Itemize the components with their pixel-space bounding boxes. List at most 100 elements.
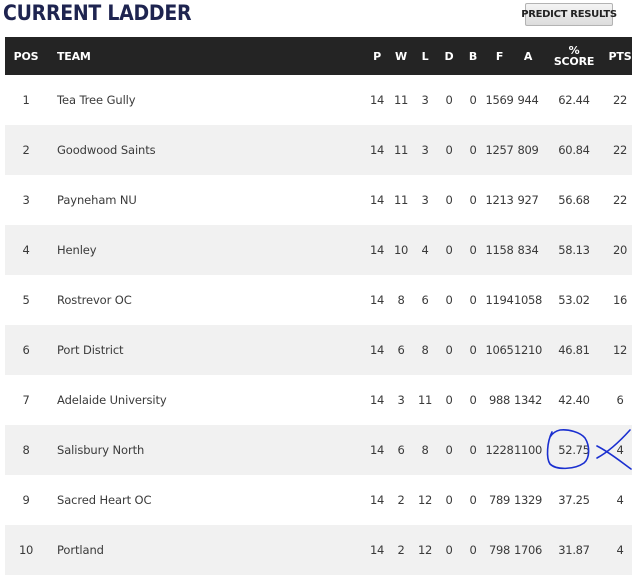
cell-wins: 11 (393, 143, 409, 157)
cell-wins: 2 (397, 493, 405, 507)
cell-losses: 3 (421, 143, 429, 157)
cell-pos: 4 (22, 243, 30, 257)
cell-wins: 3 (397, 393, 405, 407)
cell-for: 789 (488, 493, 511, 507)
cell-byes: 0 (469, 493, 477, 507)
cell-losses: 8 (421, 343, 429, 357)
cell-played: 14 (369, 193, 385, 207)
cell-for: 1257 (485, 143, 514, 157)
cell-points: 20 (612, 243, 628, 257)
col-header-wins: W (395, 49, 407, 63)
page-title: CURRENT LADDER (3, 1, 192, 25)
cell-against: 834 (517, 243, 539, 257)
cell-played: 14 (369, 493, 385, 507)
cell-played: 14 (369, 243, 385, 257)
table-row: 8 Salisbury North 14 6 8 0 0 1228 1100 5… (5, 425, 632, 475)
cell-percentage: 52.75 (558, 443, 590, 457)
cell-wins: 11 (393, 93, 409, 107)
cell-played: 14 (369, 93, 385, 107)
cell-for: 988 (488, 393, 511, 407)
table-row: 5 Rostrevor OC 14 8 6 0 0 1194 1058 53.0… (5, 275, 632, 325)
cell-draws: 0 (445, 243, 453, 257)
cell-draws: 0 (445, 443, 453, 457)
cell-played: 14 (369, 543, 385, 557)
cell-pos: 7 (22, 393, 30, 407)
col-header-draws: D (444, 49, 454, 63)
col-header-pos: POS (13, 49, 39, 63)
cell-byes: 0 (469, 243, 477, 257)
cell-percentage: 46.81 (558, 343, 590, 357)
cell-team: Portland (57, 543, 104, 557)
cell-team: Salisbury North (57, 443, 145, 457)
cell-team: Adelaide University (57, 393, 167, 407)
cell-pos: 6 (22, 343, 30, 357)
cell-against: 1342 (514, 393, 543, 407)
cell-against: 1210 (514, 343, 543, 357)
ladder-table: POS TEAM P W L D B F A % SCORE PTS 1 Tea … (5, 37, 632, 575)
cell-team: Rostrevor OC (57, 293, 132, 307)
cell-losses: 3 (421, 93, 429, 107)
cell-wins: 6 (397, 343, 405, 357)
cell-pos: 3 (22, 193, 30, 207)
col-header-played: P (373, 49, 381, 63)
cell-percentage: 42.40 (558, 393, 590, 407)
col-header-percentage-label: SCORE (553, 55, 595, 68)
cell-percentage: 37.25 (558, 493, 590, 507)
cell-byes: 0 (469, 143, 477, 157)
cell-percentage: 62.44 (558, 93, 590, 107)
cell-wins: 6 (397, 443, 405, 457)
cell-played: 14 (369, 343, 385, 357)
cell-pos: 1 (22, 93, 30, 107)
cell-for: 1065 (485, 343, 514, 357)
table-row: 9 Sacred Heart OC 14 2 12 0 0 789 1329 3… (5, 475, 632, 525)
cell-draws: 0 (445, 293, 453, 307)
table-row: 7 Adelaide University 14 3 11 0 0 988 13… (5, 375, 632, 425)
col-header-losses: L (421, 49, 429, 63)
cell-losses: 11 (417, 393, 433, 407)
col-header-for: F (495, 49, 504, 63)
cell-against: 809 (517, 143, 539, 157)
cell-points: 4 (616, 443, 624, 457)
cell-losses: 8 (421, 443, 429, 457)
cell-losses: 12 (417, 493, 433, 507)
cell-points: 12 (612, 343, 628, 357)
cell-draws: 0 (445, 393, 453, 407)
cell-pos: 2 (22, 143, 30, 157)
cell-for: 1213 (485, 193, 514, 207)
ladder-header-row: POS TEAM P W L D B F A % SCORE PTS (5, 37, 632, 75)
cell-byes: 0 (469, 193, 477, 207)
cell-for: 1228 (485, 443, 514, 457)
cell-draws: 0 (445, 193, 453, 207)
cell-for: 1194 (485, 293, 514, 307)
cell-percentage: 60.84 (558, 143, 590, 157)
table-row: 1 Tea Tree Gully 14 11 3 0 0 1569 944 62… (5, 75, 632, 125)
cell-draws: 0 (445, 343, 453, 357)
cell-pos: 8 (22, 443, 30, 457)
cell-percentage: 58.13 (558, 243, 590, 257)
cell-team: Payneham NU (57, 193, 137, 207)
cell-byes: 0 (469, 393, 477, 407)
col-header-team: TEAM (57, 49, 91, 63)
cell-byes: 0 (469, 343, 477, 357)
cell-team: Tea Tree Gully (57, 93, 136, 107)
cell-against: 1329 (514, 493, 543, 507)
cell-wins: 2 (397, 543, 405, 557)
cell-percentage: 56.68 (558, 193, 590, 207)
cell-played: 14 (369, 293, 385, 307)
cell-percentage: 31.87 (558, 543, 590, 557)
cell-for: 1569 (485, 93, 514, 107)
cell-for: 1158 (485, 243, 514, 257)
cell-points: 22 (612, 193, 628, 207)
cell-losses: 12 (417, 543, 433, 557)
cell-points: 16 (612, 293, 628, 307)
cell-points: 22 (612, 93, 628, 107)
cell-against: 927 (517, 193, 539, 207)
cell-against: 1706 (514, 543, 543, 557)
cell-wins: 11 (393, 193, 409, 207)
predict-results-button[interactable]: PREDICT RESULTS (521, 3, 617, 26)
table-row: 4 Henley 14 10 4 0 0 1158 834 58.13 20 (5, 225, 632, 275)
cell-byes: 0 (469, 443, 477, 457)
cell-team: Port District (57, 343, 124, 357)
cell-byes: 0 (469, 543, 477, 557)
cell-byes: 0 (469, 293, 477, 307)
